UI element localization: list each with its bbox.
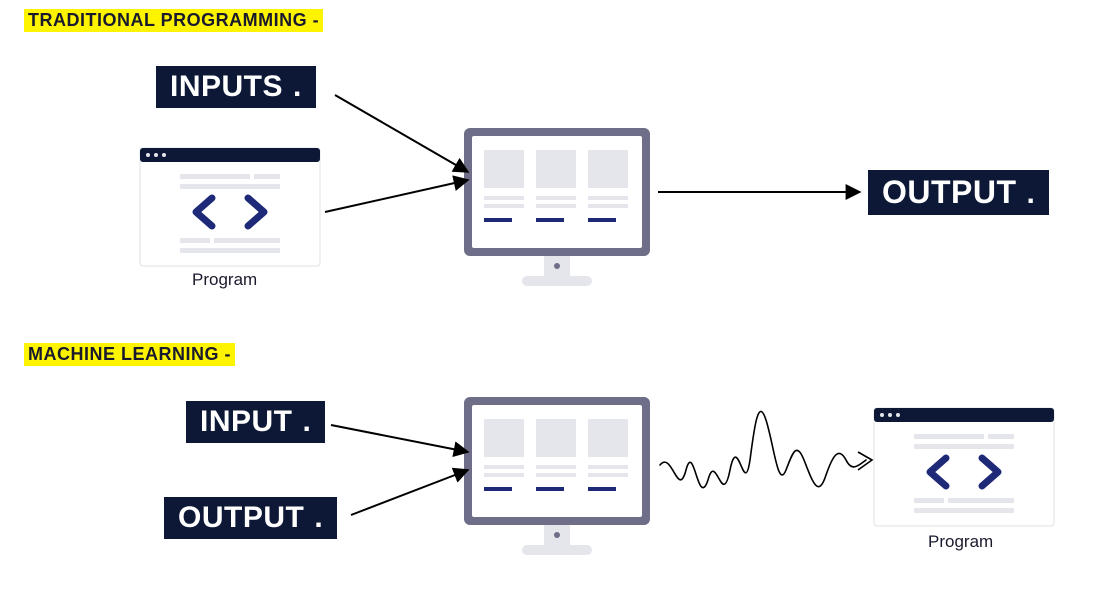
code-window-icon (140, 148, 320, 266)
input-box-bottom: INPUT . (186, 401, 325, 443)
output-box-top: OUTPUT . (868, 170, 1049, 215)
inputs-box: INPUTS . (156, 66, 316, 108)
output-dot-bottom: . (314, 501, 323, 535)
code-window-icon-right (874, 408, 1054, 526)
output-box-bottom: OUTPUT . (164, 497, 337, 539)
input-label-bottom: INPUT (200, 405, 293, 439)
wavy-arrow-icon (660, 411, 866, 487)
inputs-label: INPUTS (170, 70, 283, 104)
output-dot-top: . (1027, 177, 1036, 211)
computer-icon-top (464, 128, 650, 286)
output-label-top: OUTPUT (882, 174, 1017, 211)
section-heading-traditional: TRADITIONAL PROGRAMMING - (24, 9, 323, 32)
program-caption-top: Program (192, 270, 257, 290)
computer-icon-bottom (464, 397, 650, 555)
program-caption-bottom: Program (928, 532, 993, 552)
inputs-dot: . (293, 70, 302, 104)
input-dot-bottom: . (303, 405, 312, 439)
output-label-bottom: OUTPUT (178, 501, 304, 535)
section-heading-ml: MACHINE LEARNING - (24, 343, 235, 366)
